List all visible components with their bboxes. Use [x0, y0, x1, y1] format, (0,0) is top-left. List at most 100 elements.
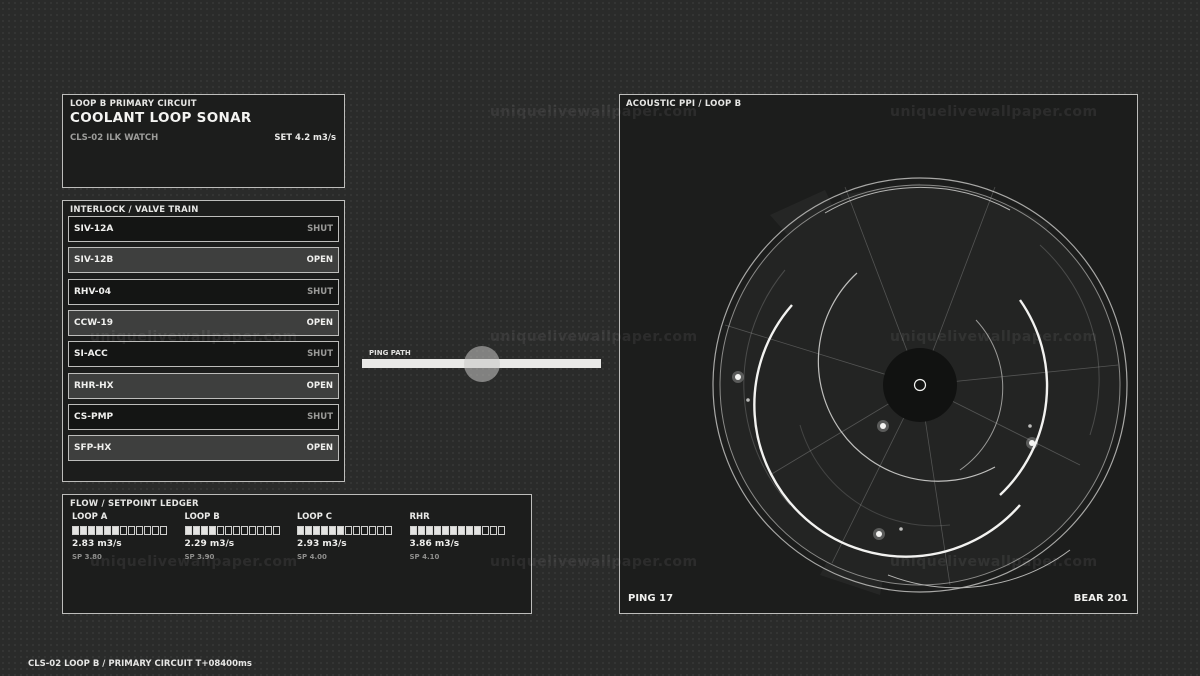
ping-count: PING 17 — [628, 593, 674, 604]
sonar-panel: ACOUSTIC PPI / LOOP B PING 17 BEAR 201 — [619, 94, 1138, 614]
valve-state: SHUT — [307, 349, 333, 360]
loop-name: LOOP A — [72, 512, 108, 522]
valve-state: SHUT — [307, 286, 333, 297]
loop-flow-block: LOOP B 2.29 m3/s SP 3.90 — [184, 512, 295, 561]
circuit-subtitle: LOOP B PRIMARY CIRCUIT — [70, 99, 197, 109]
flow-bar-segment — [321, 526, 328, 535]
flow-bar-segment — [377, 526, 384, 535]
valve-row[interactable]: SFP-HX OPEN — [68, 435, 339, 462]
interlock-panel: INTERLOCK / VALVE TRAIN SIV-12A SHUT SIV-1… — [62, 200, 345, 482]
flow-bar-segment — [465, 526, 473, 535]
flow-bar-segment — [216, 526, 224, 535]
valve-name: RHR-HX — [74, 380, 114, 391]
valve-row[interactable]: RHR-HX OPEN — [68, 372, 339, 399]
loop-name: RHR — [409, 512, 430, 522]
flow-bar-segment — [297, 526, 304, 535]
valve-row[interactable]: SIV-12B OPEN — [68, 247, 339, 274]
flow-bar-segment — [112, 526, 119, 535]
header-panel: LOOP B PRIMARY CIRCUIT COOLANT LOOP SONA… — [62, 94, 345, 188]
loop-setpoint: SP 3.90 — [184, 553, 215, 561]
flow-bar-segment — [369, 526, 376, 535]
flow-ledger-panel: FLOW / SETPOINT LEDGER LOOP A 2.83 m3/s SP… — [62, 494, 532, 614]
valve-row[interactable]: CCW-19 OPEN — [68, 309, 339, 336]
flow-bar-segment — [136, 526, 143, 535]
flow-bar-segment — [264, 526, 272, 535]
system-code: CLS-02 ILK WATCH — [70, 133, 159, 143]
loop-flow-value: 2.93 m3/s — [297, 539, 347, 549]
flow-bar-segment — [152, 526, 159, 535]
flow-bar-segment — [208, 526, 216, 535]
flow-bar-segment — [200, 526, 208, 535]
sonar-title: ACOUSTIC PPI / LOOP B — [626, 99, 742, 109]
loop-setpoint: SP 4.00 — [297, 553, 327, 561]
loop-setpoint: SP 4.10 — [409, 553, 440, 561]
loop-flow-value: 2.29 m3/s — [184, 539, 235, 549]
valve-row[interactable]: SIV-12A SHUT — [68, 216, 339, 242]
flow-bar-segment — [425, 526, 433, 535]
flow-bar-segment — [457, 526, 465, 535]
valve-state: OPEN — [306, 443, 333, 454]
setpoint-readout: SET 4.2 m3/s — [274, 133, 336, 143]
flow-bar-segment — [385, 526, 392, 535]
valve-name: SFP-HX — [74, 443, 112, 454]
valve-name: RHV-04 — [74, 286, 112, 297]
flow-bar-segment — [80, 526, 87, 535]
flow-bar-segment — [224, 526, 232, 535]
flow-bar-segment — [272, 526, 280, 535]
flow-bar-segment — [240, 526, 248, 535]
flow-bar-segment — [481, 526, 489, 535]
loop-setpoint: SP 3.80 — [72, 553, 102, 561]
flow-bar-segment — [449, 526, 457, 535]
flow-bar-segment — [489, 526, 497, 535]
loop-flow-block: RHR 3.86 m3/s SP 4.10 — [409, 512, 520, 561]
flow-bar-segment — [353, 526, 360, 535]
flow-level-bar — [184, 526, 295, 535]
flow-bar-segment — [345, 526, 352, 535]
flow-bar-segment — [248, 526, 256, 535]
flow-bar-segment — [256, 526, 264, 535]
flow-bar-segment — [88, 526, 95, 535]
flow-bar-segment — [417, 526, 425, 535]
valve-row[interactable]: CS-PMP SHUT — [68, 403, 339, 430]
flow-bar-segment — [441, 526, 449, 535]
flow-bar-segment — [337, 526, 344, 535]
valve-state: OPEN — [306, 380, 333, 391]
ping-path-handle[interactable] — [463, 346, 500, 382]
flow-bar-segment — [232, 526, 240, 535]
valve-row[interactable]: SI-ACC SHUT — [68, 341, 339, 368]
flow-bar-segment — [473, 526, 481, 535]
status-footer: CLS-02 LOOP B / PRIMARY CIRCUIT T+08400m… — [28, 659, 252, 669]
flow-bar-segment — [96, 526, 103, 535]
bearing-readout: BEAR 201 — [1073, 593, 1128, 604]
loop-name: LOOP C — [297, 512, 332, 522]
loop-flow-value: 3.86 m3/s — [409, 539, 460, 549]
flow-bar-segment — [184, 526, 192, 535]
flow-bar-segment — [160, 526, 167, 535]
flow-level-bar — [297, 526, 407, 535]
flow-bar-segment — [409, 526, 417, 535]
flow-level-bar — [72, 526, 182, 535]
flow-bar-segment — [120, 526, 127, 535]
flow-bar-segment — [497, 526, 505, 535]
valve-name: CS-PMP — [74, 411, 114, 422]
flow-bar-segment — [128, 526, 135, 535]
flow-bar-segment — [72, 526, 79, 535]
interlock-title: INTERLOCK / VALVE TRAIN — [70, 205, 199, 215]
loop-flow-block: LOOP C 2.93 m3/s SP 4.00 — [297, 512, 407, 561]
flow-level-bar — [409, 526, 520, 535]
flow-bar-segment — [313, 526, 320, 535]
valve-state: OPEN — [306, 317, 333, 328]
valve-name: SIV-12B — [74, 255, 114, 266]
loop-name: LOOP B — [184, 512, 220, 522]
valve-state: SHUT — [307, 411, 333, 422]
flow-bar-segment — [144, 526, 151, 535]
page-title: COOLANT LOOP SONAR — [70, 110, 252, 126]
valve-row[interactable]: RHV-04 SHUT — [68, 278, 339, 305]
flow-ledger-title: FLOW / SETPOINT LEDGER — [70, 499, 199, 509]
flow-bar-segment — [192, 526, 200, 535]
flow-bar-segment — [329, 526, 336, 535]
flow-bar-segment — [361, 526, 368, 535]
valve-name: CCW-19 — [74, 317, 113, 328]
loop-flow-value: 2.83 m3/s — [72, 539, 122, 549]
valve-name: SIV-12A — [74, 224, 114, 234]
